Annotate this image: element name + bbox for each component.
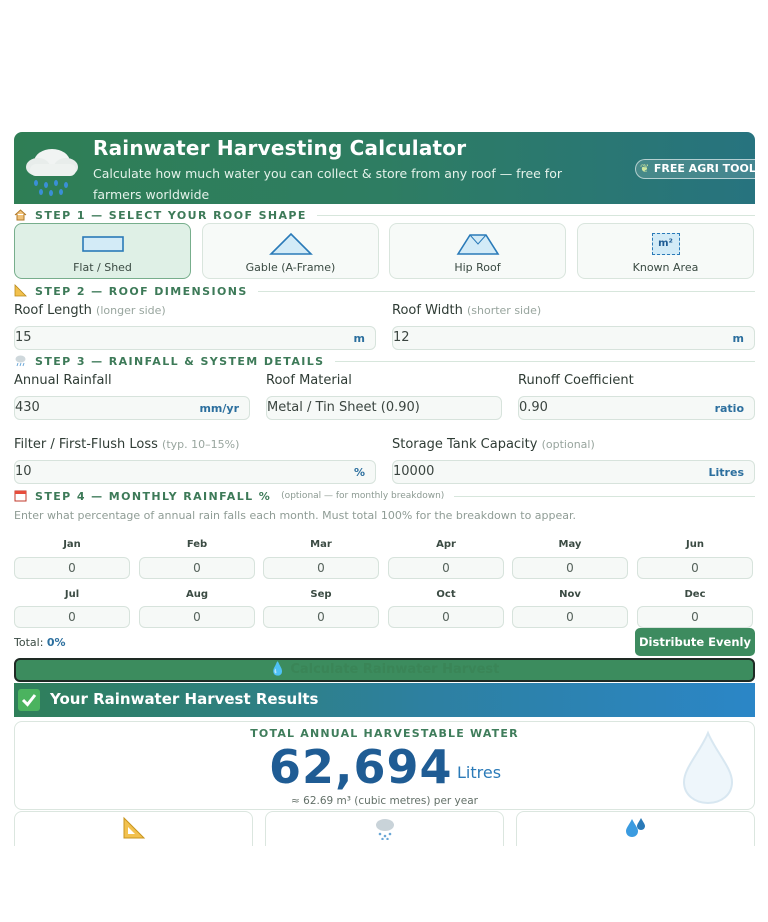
tank-capacity-input[interactable]: 10000 Litres [392,460,755,484]
month-label-aug: Aug [185,589,209,600]
roof-length-input[interactable]: 15 m [14,326,376,350]
month-input-may[interactable]: 0 [512,557,628,579]
roof-material-label: Roof Material [266,373,352,388]
area-icon: m² [651,233,680,255]
monthly-total-value: 0% [46,636,66,649]
check-icon [18,689,40,711]
month-input-oct[interactable]: 0 [388,606,504,628]
roof-shape-known-area[interactable]: m² Known Area [577,223,754,279]
month-label-apr: Apr [436,539,456,550]
page-subtitle: Calculate how much water you can collect… [93,166,562,202]
roof-material-select[interactable]: Metal / Tin Sheet (0.90) [266,396,502,420]
month-label-oct: Oct [436,589,456,600]
roof-shape-label: Known Area [632,261,699,274]
rain-cloud-icon [375,819,394,840]
app-header: Rainwater Harvesting Calculator Calculat… [14,132,755,204]
filter-loss-label: Filter / First-Flush Loss (typ. 10–15%) [14,437,240,452]
roof-shape-label: Hip Roof [454,261,501,274]
runoff-coefficient-input[interactable]: 0.90 ratio [518,396,755,420]
roof-shape-label: Flat / Shed [73,261,132,274]
roof-width-input[interactable]: 12 m [392,326,755,350]
month-label-feb: Feb [186,539,208,550]
roof-shape-hip[interactable]: Hip Roof [389,223,566,279]
month-input-sep[interactable]: 0 [263,606,379,628]
roof-shape-label: Gable (A-Frame) [245,261,336,274]
step1-heading: STEP 1 — SELECT YOUR ROOF SHAPE [14,208,755,222]
droplets-icon [625,818,645,837]
monthly-hint: Enter what percentage of annual rain fal… [14,509,577,522]
month-input-jan[interactable]: 0 [14,557,130,579]
month-input-mar[interactable]: 0 [263,557,379,579]
calendar-icon [14,489,28,503]
gable-roof-icon [268,232,313,255]
month-input-jul[interactable]: 0 [14,606,130,628]
result-value: 62,694 [269,740,453,794]
filter-loss-input[interactable]: 10 % [14,460,376,484]
month-label-jun: Jun [686,539,704,550]
distribute-evenly-button[interactable]: Distribute Evenly [635,628,755,656]
step4-optional-note: (optional — for monthly breakdown) [281,491,445,501]
month-label-sep: Sep [310,589,332,600]
water-drop-icon: 💧 [269,662,286,677]
stat-card-rainfall [265,811,504,846]
ruler-icon [14,284,28,298]
result-caption: TOTAL ANNUAL HARVESTABLE WATER [250,727,519,740]
house-icon [14,208,28,222]
stat-card-water [516,811,755,846]
flat-roof-icon [81,236,124,252]
page-title: Rainwater Harvesting Calculator [93,136,467,160]
month-input-dec[interactable]: 0 [637,606,753,628]
roof-width-label: Roof Width (shorter side) [392,303,542,318]
roof-shape-flat[interactable]: Flat / Shed [14,223,191,279]
month-input-feb[interactable]: 0 [139,557,255,579]
roof-length-label: Roof Length (longer side) [14,303,166,318]
rain-cloud-icon [26,149,78,196]
month-input-aug[interactable]: 0 [139,606,255,628]
calculator-app: Rainwater Harvesting Calculator Calculat… [14,132,755,846]
total-result-card: TOTAL ANNUAL HARVESTABLE WATER 62,694 Li… [14,721,755,810]
leaf-icon: ❦ [640,162,650,175]
triangle-ruler-icon [123,816,145,839]
results-title: Your Rainwater Harvest Results [50,690,319,708]
calculate-button[interactable]: 💧 Calculate Rainwater Harvest [14,658,755,682]
free-tool-badge: ❦ FREE AGRI TOOL [635,159,755,179]
runoff-coefficient-label: Runoff Coefficient [518,373,634,388]
step4-heading: STEP 4 — MONTHLY RAINFALL % (optional — … [14,489,755,503]
annual-rainfall-label: Annual Rainfall [14,373,112,388]
result-unit: Litres [457,763,502,782]
annual-rainfall-input[interactable]: 430 mm/yr [14,396,250,420]
month-input-apr[interactable]: 0 [388,557,504,579]
monthly-total: Total: 0% [14,636,66,649]
month-input-jun[interactable]: 0 [637,557,753,579]
hip-roof-icon [456,234,499,255]
step2-heading: STEP 2 — ROOF DIMENSIONS [14,284,755,298]
weather-icon [14,354,28,368]
water-drop-icon [682,730,734,805]
results-header: Your Rainwater Harvest Results [14,683,755,717]
roof-shape-gable[interactable]: Gable (A-Frame) [202,223,379,279]
tank-capacity-label: Storage Tank Capacity (optional) [392,437,595,452]
result-subtext: ≈ 62.69 m³ (cubic metres) per year [291,795,478,807]
month-label-may: May [558,539,582,550]
month-label-dec: Dec [684,589,706,600]
month-label-jul: Jul [64,589,80,600]
month-label-nov: Nov [559,589,581,600]
badge-label: FREE AGRI TOOL [653,162,755,175]
stat-card-area [14,811,253,846]
month-label-jan: Jan [63,539,81,550]
month-input-nov[interactable]: 0 [512,606,628,628]
month-label-mar: Mar [310,539,332,550]
step3-heading: STEP 3 — RAINFALL & SYSTEM DETAILS [14,354,755,368]
